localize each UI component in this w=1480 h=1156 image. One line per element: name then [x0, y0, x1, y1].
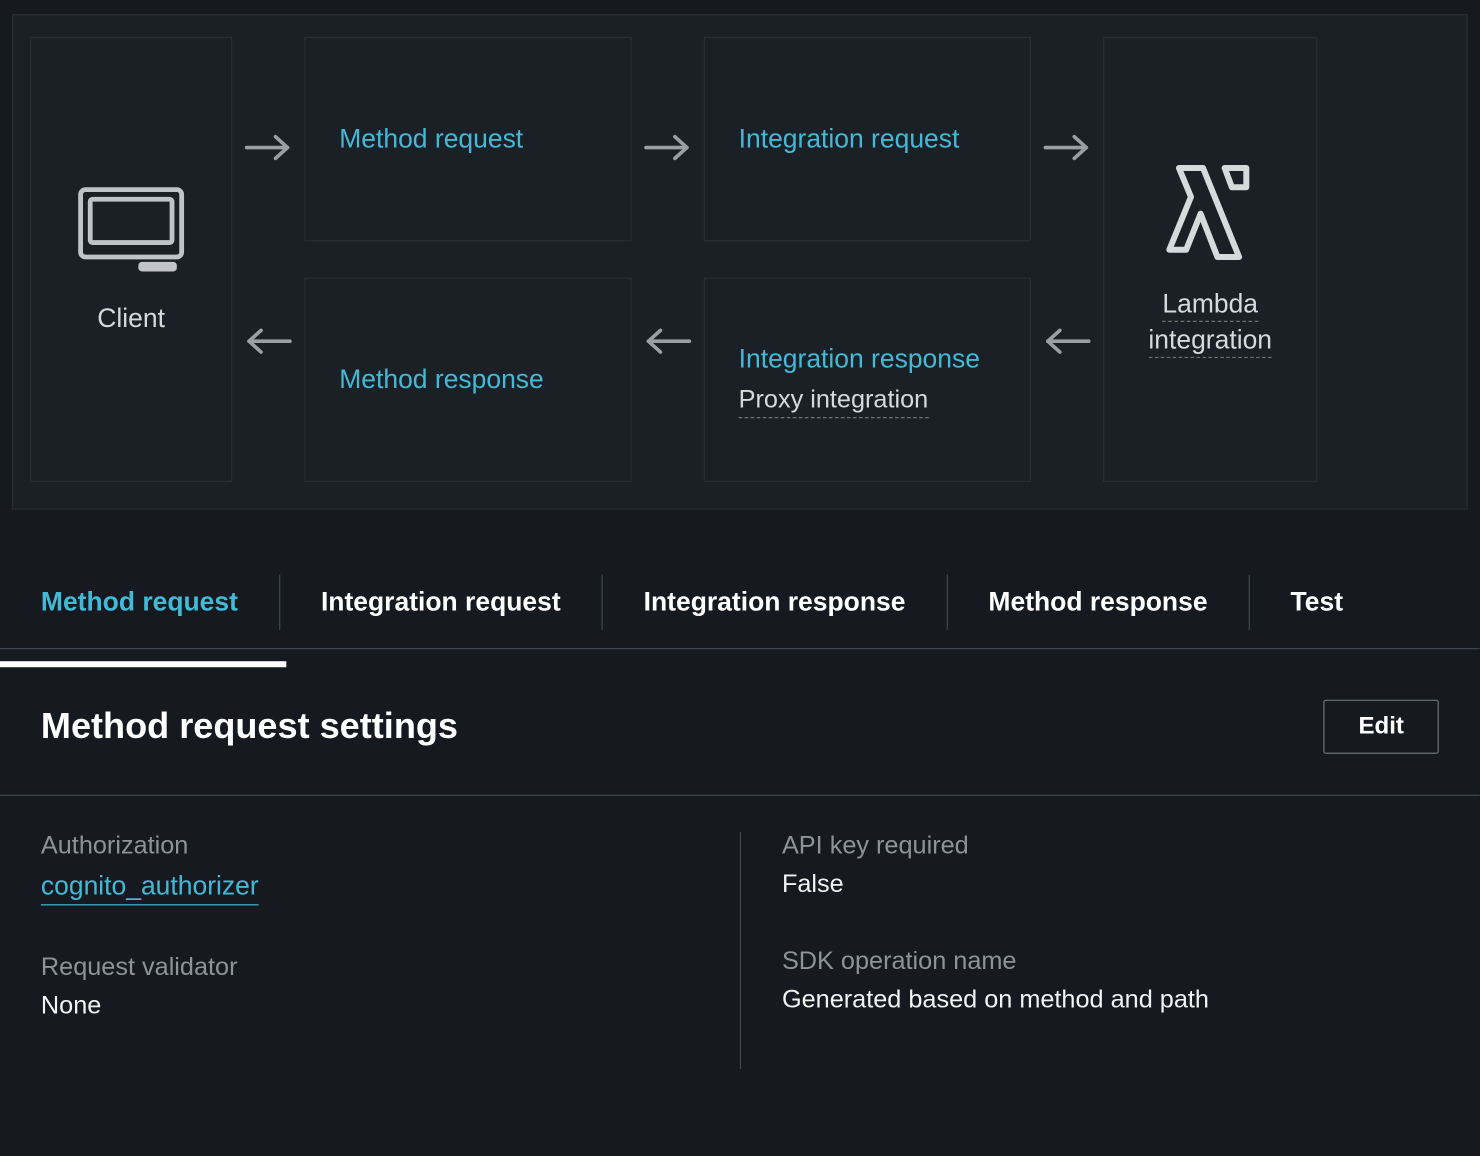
integration-request-node[interactable]: Integration request — [704, 37, 1031, 242]
arrow-left-icon — [1043, 327, 1091, 356]
method-execution-flow: Client Method request Method response — [12, 14, 1468, 510]
method-response-link[interactable]: Method response — [339, 362, 596, 398]
edit-button[interactable]: Edit — [1324, 700, 1439, 754]
lambda-label: Lambda integration — [1116, 286, 1304, 357]
arrow-right-icon — [244, 133, 292, 162]
arrow-left-icon — [244, 327, 292, 356]
authorization-value-link[interactable]: cognito_authorizer — [41, 871, 259, 906]
settings-title: Method request settings — [41, 706, 458, 747]
arrow-right-icon — [644, 133, 692, 162]
request-validator-label: Request validator — [41, 954, 711, 983]
tab-integration-response[interactable]: Integration response — [602, 574, 947, 629]
method-request-link[interactable]: Method request — [339, 121, 596, 157]
tab-test[interactable]: Test — [1248, 574, 1383, 629]
api-key-required-value: False — [782, 871, 1410, 900]
tab-method-response[interactable]: Method response — [946, 574, 1248, 629]
authorization-label: Authorization — [41, 832, 711, 861]
method-request-settings-panel: Method request settings Edit Authorizati… — [0, 649, 1480, 1117]
arrow-col-2 — [632, 37, 704, 482]
lambda-node: Lambda integration — [1103, 37, 1317, 482]
arrow-right-icon — [1043, 133, 1091, 162]
integration-response-link[interactable]: Integration response — [739, 341, 996, 377]
arrow-col-3 — [1031, 37, 1103, 482]
proxy-integration-label: Proxy integration — [739, 386, 929, 418]
sdk-operation-name-label: SDK operation name — [782, 948, 1410, 977]
method-request-node[interactable]: Method request — [304, 37, 631, 242]
client-icon — [76, 185, 187, 279]
api-key-required-label: API key required — [782, 832, 1410, 861]
arrow-left-icon — [644, 327, 692, 356]
integration-response-node[interactable]: Integration response Proxy integration — [704, 277, 1031, 482]
method-tabs: Method request Integration request Integ… — [0, 555, 1480, 649]
arrow-col-1 — [232, 37, 304, 482]
request-validator-value: None — [41, 992, 711, 1021]
client-node: Client — [30, 37, 232, 482]
lambda-icon — [1165, 161, 1256, 264]
tab-integration-request[interactable]: Integration request — [279, 574, 602, 629]
tab-method-request[interactable]: Method request — [24, 555, 279, 648]
method-response-node[interactable]: Method response — [304, 277, 631, 482]
client-label: Client — [97, 303, 165, 334]
sdk-operation-name-value: Generated based on method and path — [782, 986, 1410, 1015]
integration-request-link[interactable]: Integration request — [739, 121, 996, 157]
